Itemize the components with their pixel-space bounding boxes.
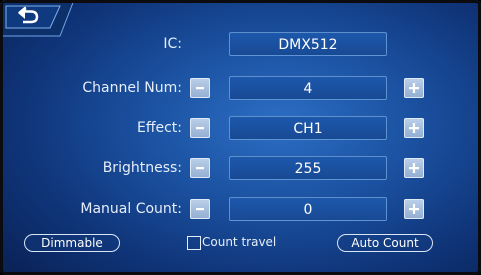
brightness-decrement-button[interactable] — [190, 158, 210, 178]
channel-num-decrement-button[interactable] — [190, 78, 210, 98]
manual-count-decrement-button[interactable] — [190, 199, 210, 219]
brightness-increment-button[interactable] — [404, 158, 424, 178]
channel-num-increment-button[interactable] — [404, 78, 424, 98]
brightness-label: Brightness: — [102, 160, 182, 176]
dimmable-button[interactable]: Dimmable — [24, 234, 120, 252]
plus-icon — [409, 204, 419, 214]
back-button[interactable] — [4, 4, 62, 30]
auto-count-button[interactable]: Auto Count — [337, 234, 433, 252]
minus-icon — [196, 127, 204, 130]
manual-count-increment-button[interactable] — [404, 199, 424, 219]
minus-icon — [196, 167, 204, 170]
channel-num-label: Channel Num: — [82, 80, 182, 96]
effect-field[interactable]: CH1 — [229, 116, 387, 140]
ic-field[interactable]: DMX512 — [229, 32, 387, 56]
effect-label: Effect: — [136, 120, 182, 136]
ic-label: IC: — [163, 36, 182, 52]
plus-icon — [409, 123, 419, 133]
brightness-field[interactable]: 255 — [229, 156, 387, 180]
manual-count-label: Manual Count: — [80, 201, 182, 217]
minus-icon — [196, 208, 204, 211]
effect-decrement-button[interactable] — [190, 118, 210, 138]
effect-increment-button[interactable] — [404, 118, 424, 138]
count-travel-checkbox[interactable] — [187, 236, 201, 250]
channel-num-field[interactable]: 4 — [229, 76, 387, 100]
plus-icon — [409, 83, 419, 93]
plus-icon — [409, 163, 419, 173]
count-travel-label: Count travel — [202, 235, 277, 249]
manual-count-field[interactable]: 0 — [229, 197, 387, 221]
settings-screen: IC: DMX512 Channel Num: 4 Effect: CH1 Br… — [0, 0, 481, 275]
minus-icon — [196, 87, 204, 90]
